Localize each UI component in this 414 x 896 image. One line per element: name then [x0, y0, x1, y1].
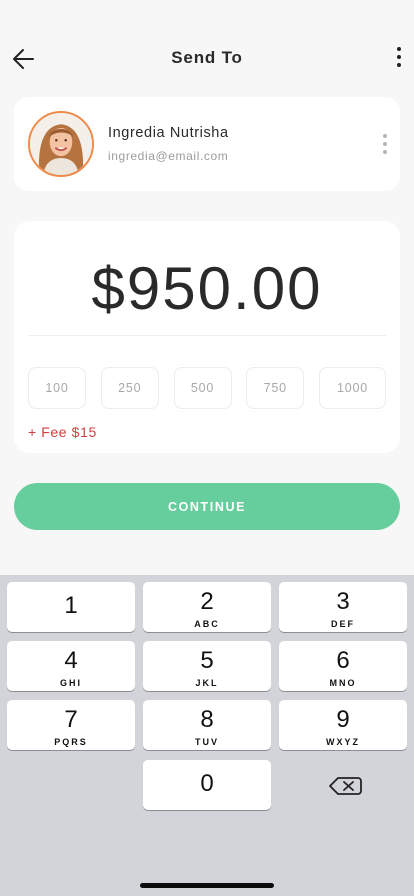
key-2[interactable]: 2 ABC [143, 582, 271, 632]
more-options-button[interactable] [394, 44, 404, 70]
home-indicator [140, 883, 274, 888]
numeric-keypad: 1 2 ABC 3 DEF 4 GHI 5 JKL 6 MNO 7 PQRS 8… [0, 575, 414, 896]
key-4[interactable]: 4 GHI [7, 641, 135, 691]
backspace-icon [329, 777, 362, 795]
divider [28, 335, 386, 336]
send-to-screen: Send To Ingredia Nutrisha ingredia@email… [0, 0, 414, 896]
recipient-card[interactable]: Ingredia Nutrisha ingredia@email.com [14, 97, 400, 191]
preset-1000[interactable]: 1000 [319, 367, 386, 409]
key-3[interactable]: 3 DEF [279, 582, 407, 632]
key-5[interactable]: 5 JKL [143, 641, 271, 691]
preset-100[interactable]: 100 [28, 367, 86, 409]
page-title: Send To [171, 48, 243, 67]
amount-display: $950.00 [91, 255, 323, 322]
preset-250[interactable]: 250 [100, 367, 159, 409]
amount-card: $950.00 100 250 500 750 1000 + Fee $15 [14, 221, 400, 453]
recipient-email: ingredia@email.com [108, 149, 229, 163]
more-vertical-icon [383, 134, 387, 138]
key-7[interactable]: 7 PQRS [7, 700, 135, 750]
key-0[interactable]: 0 [143, 760, 271, 810]
key-9[interactable]: 9 WXYZ [279, 700, 407, 750]
avatar-image [30, 113, 92, 175]
more-vertical-icon [397, 47, 401, 51]
preset-amounts: 100 250 500 750 1000 [28, 367, 386, 409]
recipient-more-button[interactable] [382, 134, 388, 154]
key-1[interactable]: 1 [7, 582, 135, 632]
fee-label: + Fee $15 [28, 424, 97, 440]
key-6[interactable]: 6 MNO [279, 641, 407, 691]
avatar [28, 111, 94, 177]
preset-750[interactable]: 750 [246, 367, 305, 409]
preset-500[interactable]: 500 [173, 367, 232, 409]
delete-key[interactable] [322, 770, 368, 802]
continue-button[interactable]: CONTINUE [14, 483, 400, 530]
key-8[interactable]: 8 TUV [143, 700, 271, 750]
recipient-name: Ingredia Nutrisha [108, 125, 229, 141]
